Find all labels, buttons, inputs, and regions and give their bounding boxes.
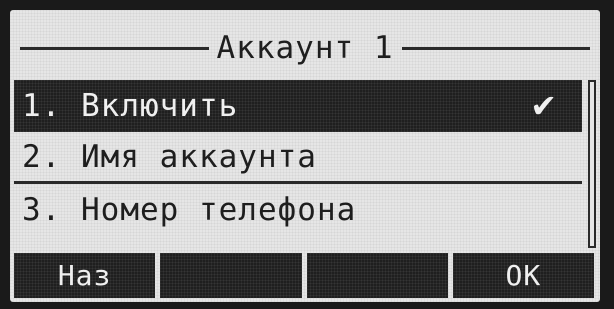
menu-item-label: 3. Номер телефона: [22, 192, 357, 228]
menu-item-phone-number[interactable]: 3. Номер телефона: [14, 184, 582, 236]
menu-item-account-name[interactable]: 2. Имя аккаунта: [14, 132, 582, 184]
softkey-back[interactable]: Наз: [14, 253, 156, 298]
menu-scrollbar[interactable]: [588, 80, 596, 248]
softkey-ok[interactable]: OK: [452, 253, 594, 298]
account-menu: 1. Включить ✔ 2. Имя аккаунта 3. Номер т…: [14, 80, 582, 236]
header-rule-left: [20, 46, 209, 50]
softkey-3[interactable]: [306, 253, 448, 298]
header-rule-right: [401, 46, 591, 50]
scrollbar-thumb[interactable]: [590, 82, 594, 246]
phone-bezel: Аккаунт 1 1. Включить ✔ 2. Имя аккаунта …: [0, 0, 614, 309]
screen-title: Аккаунт 1: [216, 30, 394, 66]
menu-item-enable[interactable]: 1. Включить ✔: [14, 80, 582, 132]
softkey-bar: Наз OK: [14, 253, 594, 298]
screen-header: Аккаунт 1: [10, 28, 600, 68]
lcd-screen: Аккаунт 1 1. Включить ✔ 2. Имя аккаунта …: [10, 10, 600, 302]
softkey-2[interactable]: [160, 253, 302, 298]
checkmark-icon: ✔: [530, 87, 558, 125]
menu-item-label: 2. Имя аккаунта: [22, 138, 317, 175]
menu-item-label: 1. Включить: [22, 88, 239, 124]
